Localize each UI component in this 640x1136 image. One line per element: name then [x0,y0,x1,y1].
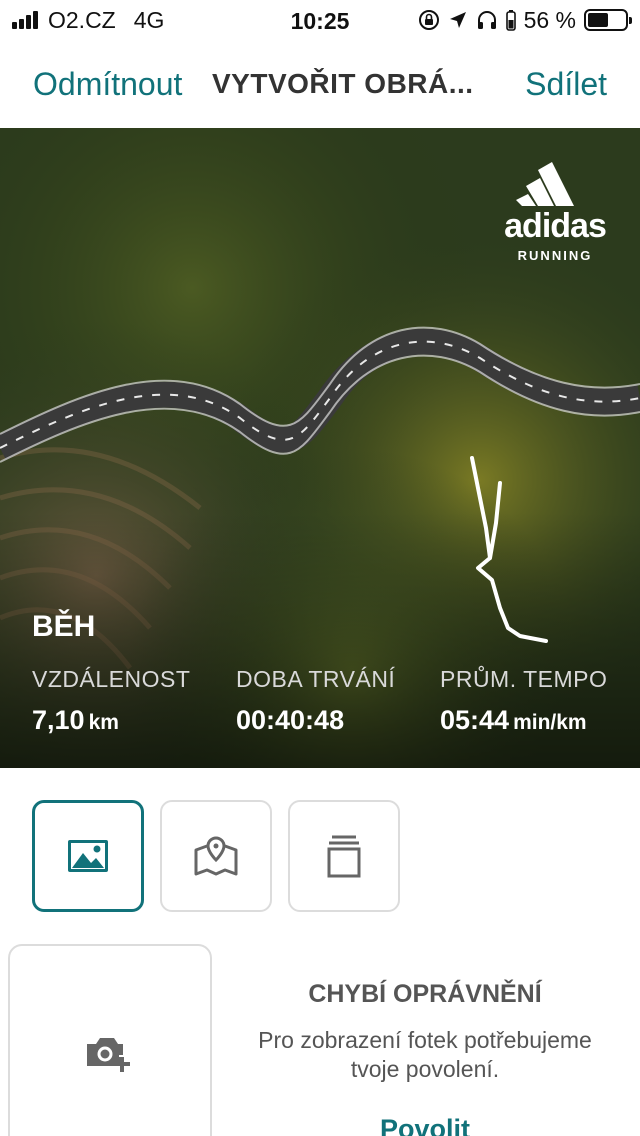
camera-add-icon [87,1038,130,1072]
permission-title: CHYBÍ OPRÁVNĚNÍ [308,980,542,1008]
permission-message: Pro zobrazení fotek potřebujeme tvoje po… [258,1027,592,1082]
activity-type: BĚH [32,610,96,643]
stat-label: PRŮM. TEMPO [440,666,608,692]
stat-number: 00:40:48 [236,705,345,735]
stat-value: 05:44 min/km [440,705,607,736]
activity-share-image: adidas RUNNING BĚH VZDÁLENOST 7,10 km DOB… [0,128,640,768]
navigation-bar: Odmítnout VYTVOŘIT OBRÁ... Sdílet [0,40,640,128]
stat-unit: min/km [513,711,587,734]
status-bar: O2.CZ 4G 10:25 56 % [0,0,640,40]
share-button[interactable]: Sdílet [525,66,607,103]
allow-button[interactable]: Povolit [245,1114,605,1136]
stack-icon [327,835,361,878]
headphones-icon [476,9,498,31]
cancel-button[interactable]: Odmítnout [33,66,182,103]
stat-duration: DOBA TRVÁNÍ 00:40:48 [236,666,395,736]
stat-label: VZDÁLENOST [32,666,191,692]
battery-percentage: 56 % [523,6,576,33]
adidas-running-logo: adidas RUNNING [500,158,610,263]
stat-pace: PRŮM. TEMPO 05:44 min/km [440,666,607,736]
location-arrow-icon [448,10,468,30]
battery-charging-small-icon [505,9,516,31]
battery-fill [588,13,609,27]
page-title: VYTVOŘIT OBRÁ... [212,68,474,99]
tab-map-template[interactable] [160,800,272,912]
brand-wordmark: adidas [504,207,607,245]
stat-distance: VZDÁLENOST 7,10 km [32,666,190,736]
stat-unit: km [88,711,119,734]
tab-stack-template[interactable] [288,800,400,912]
stat-value: 00:40:48 [236,705,395,736]
stat-number: 05:44 [440,705,510,735]
status-right: 56 % [418,6,632,34]
stat-value: 7,10 km [32,705,190,736]
image-icon [68,840,108,872]
brand-subtitle: RUNNING [517,248,593,263]
add-photo-button[interactable] [8,944,212,1136]
stat-number: 7,10 [32,705,85,735]
map-icon [194,836,238,876]
battery-icon [584,9,632,31]
adidas-stripes-icon [516,162,574,206]
tab-photo-template[interactable] [32,800,144,912]
stat-label: DOBA TRVÁNÍ [236,666,396,692]
rotation-lock-icon [418,9,440,31]
